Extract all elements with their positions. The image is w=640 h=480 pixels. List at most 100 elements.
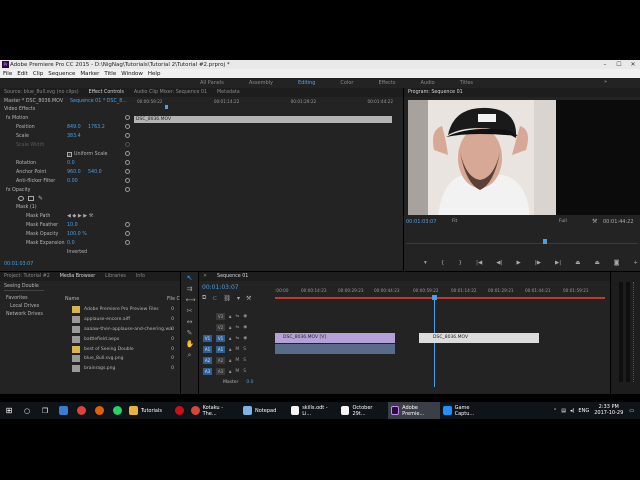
hand-tool-icon[interactable]: ✋ <box>186 340 195 348</box>
reset-icon[interactable] <box>125 231 130 236</box>
anchor-x-value[interactable]: 960.0 <box>67 170 81 175</box>
workspace-all-panels[interactable]: All Panels <box>200 80 224 86</box>
language-indicator[interactable]: ENG <box>578 408 589 414</box>
program-timecode[interactable]: 00:01:03:07 <box>406 219 437 225</box>
mask-feather-value[interactable]: 10.0 <box>67 223 78 228</box>
start-button[interactable]: ⊞ <box>0 402 18 419</box>
menu-edit[interactable]: Edit <box>17 71 28 77</box>
nest-icon[interactable]: ⧉ <box>202 294 206 302</box>
tab-media-browser[interactable]: Media Browser <box>60 274 95 279</box>
position-y-value[interactable]: 1763.2 <box>88 125 105 130</box>
slip-tool-icon[interactable]: ↔ <box>186 318 194 326</box>
wrench-icon[interactable]: ⚒ <box>592 218 597 225</box>
reset-icon[interactable] <box>125 169 130 174</box>
close-button[interactable]: ✕ <box>626 60 640 69</box>
tree-item-network-drives[interactable]: Network Drives <box>2 312 60 320</box>
tree-item-favorites[interactable]: Favorites <box>2 296 60 304</box>
reset-icon[interactable] <box>125 133 130 138</box>
more-workspaces-icon[interactable]: » <box>604 79 607 85</box>
list-item[interactable]: brainrags.png 0 <box>62 364 180 374</box>
taskbar-app-store[interactable] <box>54 402 72 419</box>
property-row-uniform-scale[interactable]: ✓ Uniform Scale <box>0 150 133 158</box>
taskbar-app-tutorials[interactable]: Tutorials <box>126 402 170 419</box>
solo-button[interactable]: S <box>243 369 246 374</box>
taskbar-app-kotaku[interactable]: Kotaku - The... <box>188 402 240 419</box>
quality-select[interactable]: Full <box>559 219 567 224</box>
rectangle-mask-icon[interactable] <box>28 195 34 201</box>
tab-libraries[interactable]: Libraries <box>105 274 126 279</box>
track-master[interactable]: Master 0.0 <box>199 377 610 388</box>
task-view-button[interactable]: ❐ <box>36 402 54 419</box>
anchor-y-value[interactable]: 540.0 <box>88 170 102 175</box>
reset-icon[interactable] <box>125 178 130 183</box>
snap-icon[interactable]: ⊂ <box>212 295 217 302</box>
timeline-clip-adjustment[interactable]: DSC_8036.MOV <box>419 333 539 343</box>
workspace-audio[interactable]: Audio <box>420 80 434 86</box>
workspace-titles[interactable]: Titles <box>460 80 473 86</box>
property-row-mask-path[interactable]: Mask Path ◀ ◆ ▶ ▶ ⚒ <box>0 212 133 220</box>
lock-icon[interactable]: 🔒︎ <box>229 336 231 342</box>
property-row-anti-flicker[interactable]: Anti-flicker Filter 0.00 <box>0 177 133 185</box>
program-video-frame[interactable] <box>408 100 556 215</box>
reset-icon[interactable] <box>125 240 130 245</box>
tray-chevron-icon[interactable]: ⌃ <box>553 408 557 414</box>
program-time-ruler[interactable] <box>406 243 638 244</box>
solo-button[interactable]: S <box>243 347 246 352</box>
step-back-icon[interactable]: ◀| <box>496 260 502 266</box>
list-item[interactable]: aaaaw-then-applause-and-cheering.wa 0 <box>62 325 180 335</box>
close-tab-icon[interactable]: ✕ <box>203 274 207 279</box>
checkbox-checked-icon[interactable]: ✓ <box>67 151 72 157</box>
lift-icon[interactable]: ⏏ <box>575 260 580 266</box>
track-a1[interactable]: A1 A1 🔒︎ M S <box>199 344 610 355</box>
column-header-name[interactable]: Name <box>65 297 79 302</box>
source-patch-v1[interactable]: V1 <box>203 335 212 342</box>
lock-icon[interactable]: 🔒︎ <box>229 314 231 320</box>
menu-clip[interactable]: Clip <box>33 71 43 77</box>
track-v3[interactable]: V3 🔒︎ ⇋ ◉ <box>199 311 610 322</box>
lock-icon[interactable]: 🔒︎ <box>229 347 231 353</box>
add-marker-icon[interactable]: ▾ <box>237 295 240 302</box>
volume-icon[interactable]: ◂) <box>570 408 574 414</box>
tab-info[interactable]: Info <box>136 274 145 279</box>
reset-icon[interactable] <box>125 160 130 165</box>
workspace-color[interactable]: Color <box>340 80 353 86</box>
sequence-clip-label[interactable]: Sequence 01 * DSC_8... <box>70 99 127 104</box>
taskbar-app-chrome[interactable] <box>72 402 90 419</box>
timeline-timecode[interactable]: 00:01:03:07 <box>202 284 239 291</box>
work-area-bar[interactable] <box>275 297 605 299</box>
taskbar-app-premiere[interactable]: Adobe Premie... <box>388 402 440 419</box>
zoom-tool-icon[interactable]: ⌕ <box>186 351 194 359</box>
source-patch-a1[interactable]: A1 <box>203 346 212 353</box>
track-label[interactable]: V2 <box>216 324 225 331</box>
effect-clip-bar[interactable]: DSC_8036.MOV <box>134 116 392 123</box>
taskbar-app-notepad[interactable]: Notepad <box>240 402 288 419</box>
anti-flicker-value[interactable]: 0.00 <box>67 179 78 184</box>
tree-item-local-drives[interactable]: Local Drives <box>2 304 60 312</box>
timeline-clip-video[interactable]: DSC_8036.MOV [V] <box>275 333 395 343</box>
property-row-rotation[interactable]: Rotation 0.0 <box>0 159 133 167</box>
property-row-mask-opacity[interactable]: Mask Opacity 100.0 % <box>0 230 133 238</box>
mute-button[interactable]: M <box>235 369 239 374</box>
mute-button[interactable]: M <box>235 347 239 352</box>
position-x-value[interactable]: 849.0 <box>67 125 81 130</box>
property-row-mask-expansion[interactable]: Mask Expansion 0.0 <box>0 239 133 247</box>
sync-lock-icon[interactable]: ⇋ <box>235 314 239 319</box>
property-row-scale[interactable]: Scale 383.4 <box>0 132 133 140</box>
clock[interactable]: 2:33 PM 2017-10-29 <box>594 404 623 416</box>
lock-icon[interactable]: 🔒︎ <box>229 325 231 331</box>
tab-metadata[interactable]: Metadata <box>217 90 240 95</box>
mark-out-icon[interactable]: } <box>458 260 462 266</box>
list-item[interactable]: applause-encore.aiff 0 <box>62 315 180 325</box>
track-label[interactable]: V3 <box>216 313 225 320</box>
master-clip-label[interactable]: Master * DSC_8036.MOV <box>4 99 63 104</box>
property-row-position[interactable]: Position 849.0 1763.2 <box>0 123 133 131</box>
tab-audio-clip-mixer[interactable]: Audio Clip Mixer: Sequence 01 <box>134 90 207 95</box>
track-a3[interactable]: A3 A3 🔒︎ M S <box>199 366 610 377</box>
effect-ruler[interactable]: 00:00:59:22 00:01:14:22 00:01:29:22 00:0… <box>137 99 393 107</box>
menu-title[interactable]: Title <box>104 71 116 77</box>
track-label[interactable]: V1 <box>216 335 225 342</box>
track-label[interactable]: A1 <box>216 346 225 353</box>
go-to-in-icon[interactable]: |◀ <box>476 260 482 266</box>
property-row-motion[interactable]: fx Motion <box>0 114 133 122</box>
add-marker-icon[interactable]: ▾ <box>424 260 427 266</box>
